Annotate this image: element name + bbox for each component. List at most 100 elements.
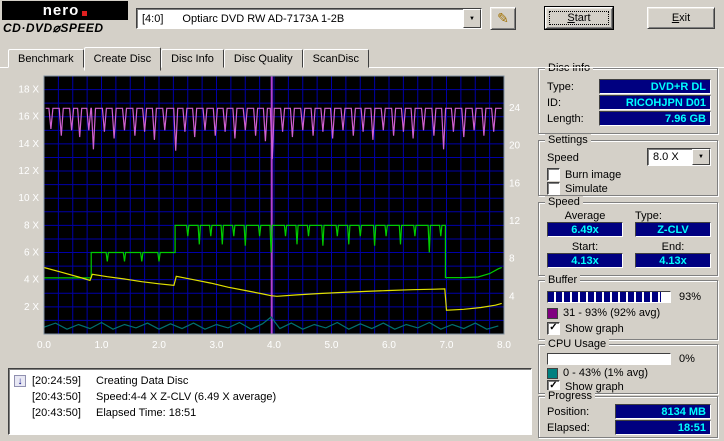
buffer-title: Buffer: [545, 274, 581, 286]
burn-image-option[interactable]: Burn image: [547, 168, 621, 181]
drive-select-combo[interactable]: [4:0] Optiarc DVD RW AD-7173A 1-2B ▼: [136, 8, 482, 29]
log-time: [20:43:50]: [32, 391, 81, 403]
average-speed-label: Average: [564, 210, 606, 222]
disc-info-title: Disc info: [545, 62, 594, 74]
svg-text:0.0: 0.0: [37, 340, 51, 351]
svg-text:4: 4: [509, 291, 515, 302]
burn-image-label: Burn image: [565, 168, 622, 181]
log-text: Elapsed Time: 18:51: [96, 407, 197, 419]
buffer-show-graph-label: Show graph: [565, 322, 624, 335]
svg-text:8: 8: [509, 254, 515, 265]
log-text: Creating Data Disc: [96, 375, 189, 387]
log-time: [20:24:59]: [32, 375, 81, 387]
disc-info-groupbox: Disc info Type: DVD+R DL ID: RICOHJPN D0…: [538, 62, 718, 134]
nero-wordmark: nero: [42, 2, 80, 19]
end-speed-value: 4.13x: [635, 253, 711, 268]
svg-text:6.0: 6.0: [382, 340, 396, 351]
speed-select-value: 8.0 X: [653, 151, 679, 163]
log-entry: [20:43:50] Speed:4-4 X Z-CLV (6.49 X ave…: [14, 389, 526, 405]
speed-combo-dropdown-button[interactable]: ▼: [692, 149, 710, 165]
progress-groupbox: Progress Position: 8134 MB Elapsed: 18:5…: [538, 390, 718, 438]
settings-groupbox: Settings Speed 8.0 X ▼ Burn image Simula…: [538, 134, 718, 196]
speed-type-value: Z-CLV: [635, 222, 711, 237]
drive-bus-id: [4:0]: [142, 12, 164, 25]
simulate-checkbox[interactable]: [547, 182, 560, 195]
position-value: 8134 MB: [615, 404, 711, 419]
buffer-range-text: 31 - 93% (92% avg): [563, 307, 661, 319]
nero-cd-dvd-speed-window: nero CD·DVD⌀SPEED [4:0] Optiarc DVD RW A…: [0, 0, 724, 441]
tab-benchmark[interactable]: Benchmark: [8, 49, 84, 68]
svg-text:2.0: 2.0: [152, 340, 166, 351]
cpu-range-row: 0 - 43% (1% avg): [547, 367, 648, 379]
average-speed-value: 6.49x: [547, 222, 623, 237]
disc-type-label: Type:: [547, 81, 574, 93]
svg-text:1.0: 1.0: [95, 340, 109, 351]
cpu-graph-color-swatch: [547, 367, 558, 379]
disc-length-value: 7.96 GB: [599, 111, 711, 126]
drive-name: Optiarc DVD RW AD-7173A 1-2B: [182, 12, 345, 25]
tab-scandisc[interactable]: ScanDisc: [302, 49, 370, 68]
tab-disc-info[interactable]: Disc Info: [161, 49, 224, 68]
svg-text:7.0: 7.0: [440, 340, 454, 351]
start-speed-label: Start:: [571, 241, 599, 253]
drive-combo-dropdown-button[interactable]: ▼: [463, 9, 481, 28]
cpu-range-text: 0 - 43% (1% avg): [563, 367, 648, 379]
svg-text:12: 12: [509, 216, 521, 227]
buffer-progress-fill: [548, 292, 662, 302]
log-entry-icon: ↓: [14, 375, 26, 387]
progress-title: Progress: [545, 390, 596, 402]
svg-text:2 X: 2 X: [24, 302, 39, 313]
buffer-show-graph-option[interactable]: ✓ Show graph: [547, 322, 624, 335]
svg-text:14 X: 14 X: [18, 139, 39, 150]
exit-button[interactable]: Exit: [647, 7, 715, 29]
svg-text:3.0: 3.0: [210, 340, 224, 351]
disc-id-label: ID:: [547, 97, 562, 109]
elapsed-label: Elapsed:: [547, 422, 590, 434]
speed-type-label: Type:: [635, 210, 662, 222]
buffer-percent: 93%: [679, 291, 702, 303]
svg-text:4.0: 4.0: [267, 340, 281, 351]
svg-text:4 X: 4 X: [24, 275, 39, 286]
buffer-range-row: 31 - 93% (92% avg): [547, 307, 660, 319]
write-speed-chart: 2 X 4 X 6 X 8 X 10 X 12 X 14 X 16 X 18 X 4 8 12 16 20…: [18, 75, 521, 351]
write-options-button[interactable]: ✎: [490, 7, 516, 30]
svg-text:16: 16: [509, 178, 521, 189]
start-button[interactable]: Start: [545, 7, 613, 29]
speed-title: Speed: [545, 196, 583, 208]
speed-groupbox: Speed Average Type: 6.49x Z-CLV Start: E…: [538, 196, 718, 276]
buffer-show-graph-checkbox[interactable]: ✓: [547, 322, 560, 335]
chevron-down-icon: ▼: [469, 15, 475, 22]
speed-select-combo[interactable]: 8.0 X ▼: [647, 148, 711, 166]
elapsed-value: 18:51: [615, 420, 711, 435]
simulate-option[interactable]: Simulate: [547, 182, 608, 195]
start-speed-value: 4.13x: [547, 253, 623, 268]
cpu-progressbar: [547, 353, 671, 365]
svg-text:10 X: 10 X: [18, 193, 39, 204]
svg-text:24: 24: [509, 103, 521, 114]
log-text: Speed:4-4 X Z-CLV (6.49 X average): [96, 391, 277, 403]
log-time: [20:43:50]: [32, 407, 81, 419]
log-entry: ↓ [20:24:59] Creating Data Disc: [14, 373, 526, 389]
tab-disc-quality[interactable]: Disc Quality: [223, 49, 303, 68]
buffer-graph-color-swatch: [547, 307, 558, 319]
disc-length-label: Length:: [547, 113, 584, 125]
position-label: Position:: [547, 406, 590, 418]
svg-text:6 X: 6 X: [24, 248, 39, 259]
tab-create-disc[interactable]: Create Disc: [83, 47, 162, 71]
start-button-label: S: [567, 12, 575, 24]
simulate-label: Simulate: [565, 182, 608, 195]
chevron-down-icon: ▼: [698, 154, 704, 160]
burn-image-checkbox[interactable]: [547, 168, 560, 181]
nero-logo-dot-icon: [82, 11, 88, 16]
cpu-percent: 0%: [679, 353, 695, 365]
buffer-progressbar: [547, 291, 671, 303]
nero-logo: nero: [2, 1, 128, 20]
buffer-groupbox: Buffer 93% 31 - 93% (92% avg) ✓ Show gra…: [538, 274, 718, 340]
svg-text:16 X: 16 X: [18, 112, 39, 123]
disc-type-value: DVD+R DL: [599, 79, 711, 94]
svg-text:8 X: 8 X: [24, 220, 39, 231]
app-title: CD·DVD⌀SPEED: [3, 21, 104, 35]
status-log[interactable]: ↓ [20:24:59] Creating Data Disc [20:43:5…: [8, 368, 532, 435]
settings-title: Settings: [545, 134, 591, 146]
speed-setting-label: Speed: [547, 152, 579, 164]
